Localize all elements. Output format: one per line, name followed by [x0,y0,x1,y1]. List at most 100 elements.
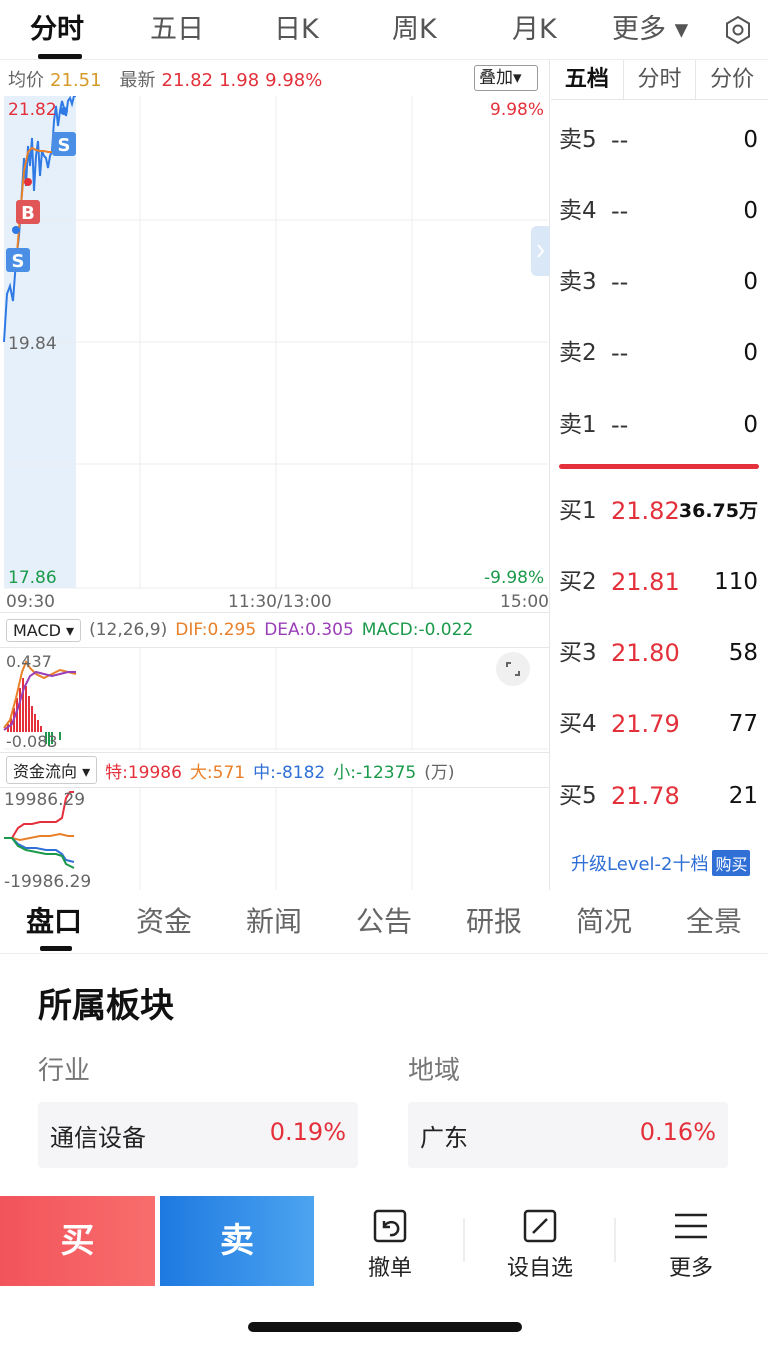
more-button[interactable]: 更多 [621,1204,761,1282]
avg-price-label: 均价 [8,70,44,91]
expand-chart-button[interactable] [496,652,530,686]
fund-flow-selector[interactable]: 资金流向 ▾ [6,756,98,784]
fund-flow-axis-top: 19986.29 [4,790,86,810]
ask-row[interactable]: 卖2 -- 0 [551,333,768,373]
ask-label: 卖4 [559,198,597,224]
tab-funds[interactable]: 资金 [136,902,192,942]
fund-flow-zhong: 中:-8182 [253,762,326,783]
price-change-pct: 9.98% [265,70,323,91]
chart-period-tabs: 分时 五日 日K 周K 月K 更多 ▾ [0,0,768,60]
bid-row[interactable]: 买4 21.79 77 [551,704,768,744]
bid-label: 买3 [559,640,597,666]
tab-profile[interactable]: 简况 [576,902,632,942]
ask-label: 卖3 [559,269,597,295]
price-axis-bottom-left: 17.86 [8,568,57,588]
bid-price: 21.79 [611,710,680,738]
sell-marker-text: S [12,251,25,272]
cancel-order-button[interactable]: 撤单 [320,1204,460,1282]
menu-icon [675,1213,707,1239]
price-legend: 均价 21.51 最新 21.82 1.98 9.98% [8,66,328,92]
tab-research[interactable]: 研报 [466,902,522,942]
ask-row[interactable]: 卖3 -- 0 [551,262,768,302]
macd-legend: MACD ▾ (12,26,9) DIF:0.295 DEA:0.305 MAC… [0,612,550,648]
settings-icon[interactable] [722,14,754,46]
intraday-price-chart[interactable]: S B S [0,96,550,592]
macd-chart[interactable] [0,648,550,750]
add-watchlist-button[interactable]: 设自选 [470,1204,610,1282]
ask-price: -- [611,126,629,154]
grid-lines [4,96,548,589]
bid-price: 21.78 [611,782,680,810]
ask-label: 卖1 [559,412,597,438]
industry-change: 0.19% [269,1118,346,1146]
bid-price: 21.80 [611,639,680,667]
fund-flow-xiao: 小:-12375 [333,762,417,783]
tab-price-distribution[interactable]: 分价 [695,60,768,99]
tab-five-day[interactable]: 五日 [150,10,204,50]
ask-volume: 0 [743,198,758,224]
price-axis-top-left: 21.82 [8,100,57,120]
tab-order-panel[interactable]: 盘口 [26,902,82,942]
buy-marker[interactable]: B [16,200,40,224]
latest-price-label: 最新 [119,70,156,91]
expand-icon [506,662,520,676]
ask-row[interactable]: 卖1 -- 0 [551,405,768,445]
ask-volume: 0 [743,269,758,295]
fund-flow-axis-bottom: -19986.29 [4,872,92,892]
sell-button[interactable]: 卖 [160,1196,314,1286]
home-indicator [248,1322,522,1332]
purchase-badge[interactable]: 购买 [712,850,751,876]
bid-volume: 21 [728,783,758,809]
macd-axis-bottom: -0.083 [6,732,58,751]
ask-price: -- [611,339,629,367]
chevron-right-icon [537,244,545,258]
undo-icon [373,1209,407,1243]
ask-label: 卖5 [559,127,597,153]
fund-flow-da: 大:571 [189,762,246,783]
fund-flow-unit: (万) [424,762,455,783]
region-sector-card[interactable]: 广东 0.16% [408,1102,728,1168]
cancel-order-label: 撤单 [367,1256,412,1281]
bid-row[interactable]: 买3 21.80 58 [551,633,768,673]
tab-tick-detail[interactable]: 分时 [622,60,696,99]
tab-daily-k[interactable]: 日K [274,10,319,50]
macd-selector[interactable]: MACD ▾ [6,618,82,642]
bid-row[interactable]: 买1 21.82 36.75万 [551,491,768,531]
tab-more[interactable]: 更多 ▾ [612,10,688,50]
tab-monthly-k[interactable]: 月K [512,10,557,50]
bid-price: 21.82 [611,497,680,525]
ask-volume: 0 [743,340,758,366]
tab-overview[interactable]: 全景 [686,902,742,942]
bid-row[interactable]: 买5 21.78 21 [551,776,768,816]
sell-marker[interactable]: S [52,132,76,156]
sell-marker[interactable]: S [6,248,30,272]
macd-dif: DIF:0.295 [175,620,257,640]
tab-news[interactable]: 新闻 [246,902,302,942]
price-axis-top-right: 9.98% [490,100,545,120]
industry-sector-card[interactable]: 通信设备 0.19% [38,1102,358,1168]
bid-label: 买2 [559,569,597,595]
tab-intraday[interactable]: 分时 [30,10,84,50]
ask-price: -- [611,411,629,439]
bid-label: 买1 [559,498,597,524]
ask-row[interactable]: 卖4 -- 0 [551,191,768,231]
collapse-handle[interactable] [531,226,550,276]
tab-five-levels[interactable]: 五档 [551,60,623,99]
buy-button[interactable]: 买 [0,1196,155,1286]
bid-volume: 110 [714,569,758,595]
ask-row[interactable]: 卖5 -- 0 [551,120,768,160]
bid-row[interactable]: 买2 21.81 110 [551,562,768,602]
active-tab-indicator [38,54,82,59]
tab-weekly-k[interactable]: 周K [392,10,437,50]
overlay-dropdown[interactable]: 叠加▾ [474,65,538,91]
tab-announcements[interactable]: 公告 [356,902,412,942]
order-book: 五档 分时 分价 卖5 -- 0 卖4 -- 0 卖3 -- 0 卖2 -- 0… [551,60,768,890]
ask-volume: 0 [743,412,758,438]
trade-point [24,178,32,186]
bid-volume: 36.75万 [678,500,758,522]
level2-upgrade-link[interactable]: 升级Level-2十档 购买 [571,850,751,876]
macd-axis-top: 0.437 [6,652,52,671]
more-label: 更多 [668,1256,713,1281]
time-axis-start: 09:30 [6,592,55,612]
ask-price: -- [611,197,629,225]
